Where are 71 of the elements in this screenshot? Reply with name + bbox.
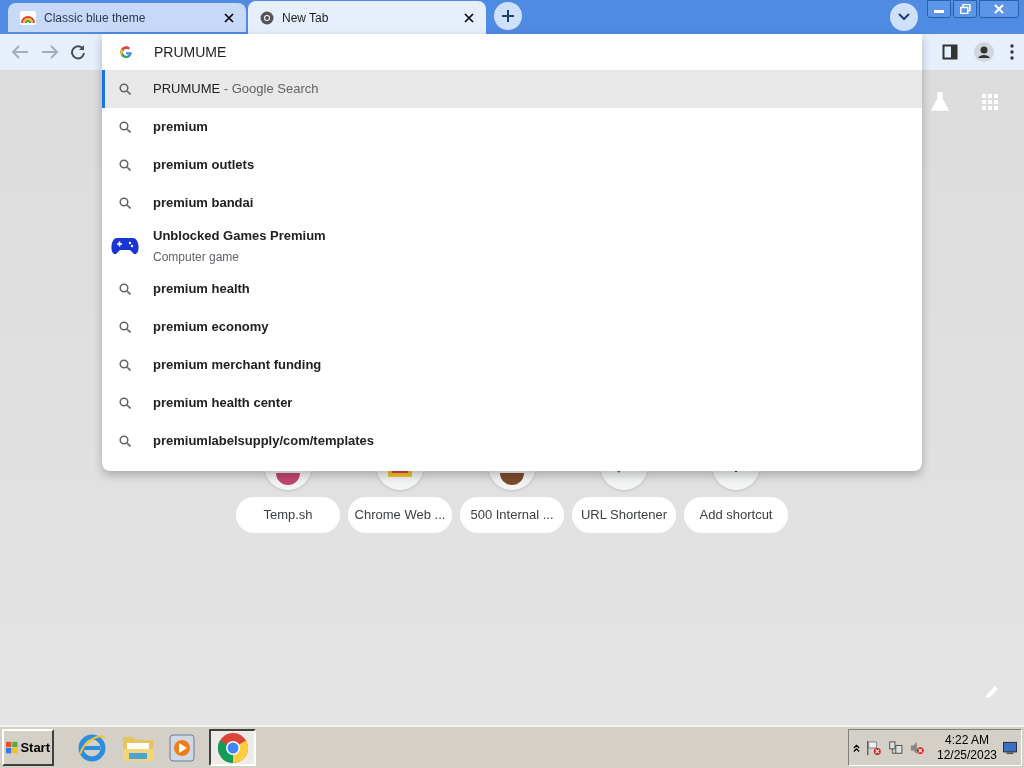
search-icon xyxy=(119,321,131,333)
reload-icon[interactable] xyxy=(70,44,86,60)
flag-icon[interactable] xyxy=(865,738,882,757)
suggestion-text: premiumlabelsupply/com/templates xyxy=(153,432,375,451)
browser-tab[interactable]: Classic blue theme xyxy=(8,3,246,32)
search-icon xyxy=(119,283,131,295)
network-icon[interactable] xyxy=(887,738,904,757)
plus-icon xyxy=(501,8,515,23)
shortcut-tile[interactable]: Chrome Web ... xyxy=(348,497,452,533)
chevron-down-icon xyxy=(898,13,910,21)
search-icon xyxy=(119,83,131,95)
gamepad-icon xyxy=(111,236,139,256)
suggestion-item[interactable]: premium xyxy=(102,108,922,146)
browser-tab[interactable]: New Tab xyxy=(248,1,486,34)
menu-icon[interactable] xyxy=(1010,44,1014,60)
search-icon xyxy=(119,435,131,447)
search-icon xyxy=(119,197,131,209)
close-window-button[interactable] xyxy=(979,0,1019,18)
start-button[interactable]: Start xyxy=(2,729,54,766)
search-icon xyxy=(119,397,131,409)
suggestion-text: PRUMUME - Google Search xyxy=(153,80,319,99)
close-icon xyxy=(994,4,1004,14)
suggestion-item[interactable]: premium bandai xyxy=(102,184,922,222)
suggestion-item[interactable]: PRUMUME - Google Search xyxy=(102,70,922,108)
restore-button[interactable] xyxy=(953,0,977,18)
chrome-logo-icon xyxy=(260,10,274,25)
profile-icon[interactable] xyxy=(974,42,994,62)
chrome-taskbar-button[interactable] xyxy=(209,729,256,766)
new-tab-button[interactable] xyxy=(494,1,522,30)
tab-search-button[interactable] xyxy=(890,3,918,31)
close-tab-icon[interactable] xyxy=(464,12,474,23)
suggestion-text: premium economy xyxy=(153,318,269,337)
play-icon[interactable] xyxy=(168,732,196,763)
side-panel-icon[interactable] xyxy=(942,44,958,60)
minimize-button[interactable] xyxy=(927,0,951,18)
suggestion-item[interactable]: premiumlabelsupply/com/templates xyxy=(102,422,922,460)
shortcut-tile[interactable]: Add shortcut xyxy=(684,497,788,533)
google-g-icon xyxy=(119,45,133,59)
show-desktop-icon[interactable] xyxy=(1003,740,1017,755)
chevron-up-icon[interactable] xyxy=(853,742,860,753)
search-icon xyxy=(119,121,131,133)
suggestion-item[interactable]: premium merchant funding xyxy=(102,346,922,384)
tab-title: New Tab xyxy=(282,9,330,27)
search-icon xyxy=(119,359,131,371)
suggestion-text: Unblocked Games Premium xyxy=(153,226,326,245)
shortcut-tile[interactable]: 500 Internal ... xyxy=(460,497,564,533)
address-field[interactable]: PRUMUME xyxy=(154,40,922,64)
shortcut-tile[interactable]: URL Shortener xyxy=(572,497,676,533)
suggestion-text: premium bandai xyxy=(153,194,254,213)
minimize-icon xyxy=(934,10,944,13)
shortcut-tile[interactable]: Temp.sh xyxy=(236,497,340,533)
tab-title: Classic blue theme xyxy=(44,9,147,27)
suggestion-text: premium health xyxy=(153,280,250,299)
windows-logo-icon xyxy=(6,740,19,755)
chrome-icon xyxy=(216,731,249,764)
suggestion-item[interactable]: Unblocked Games Premium Computer game xyxy=(102,222,922,270)
clock-date: 12/25/2023 xyxy=(937,747,998,763)
suggestion-subtitle: Computer game xyxy=(153,249,241,267)
suggestion-item[interactable]: premium economy xyxy=(102,308,922,346)
suggestion-text: premium xyxy=(153,118,208,137)
restore-icon xyxy=(959,4,971,14)
suggestion-item[interactable]: premium outlets xyxy=(102,146,922,184)
suggestion-text: premium health center xyxy=(153,394,293,413)
suggestion-text: premium merchant funding xyxy=(153,356,322,375)
suggestion-text: premium outlets xyxy=(153,156,255,175)
close-tab-icon[interactable] xyxy=(224,12,234,23)
suggestion-item[interactable]: premium health xyxy=(102,270,922,308)
clock-time: 4:22 AM xyxy=(945,732,990,748)
rainbow-icon xyxy=(20,10,36,25)
search-icon xyxy=(119,159,131,171)
suggestion-item[interactable]: premium health center xyxy=(102,384,922,422)
